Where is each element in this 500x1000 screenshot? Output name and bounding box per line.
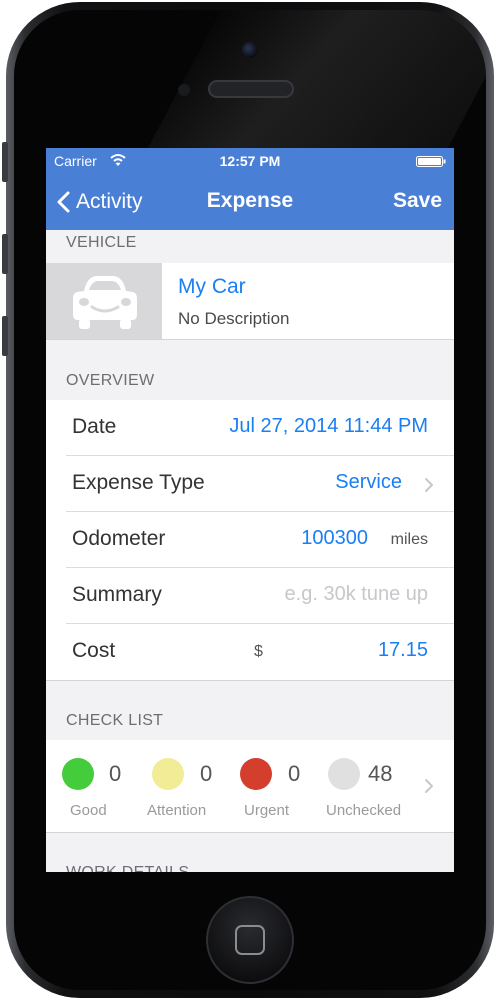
save-button[interactable]: Save xyxy=(393,189,442,213)
unchecked-label: Unchecked xyxy=(326,802,402,819)
car-icon xyxy=(73,276,137,329)
cost-row[interactable]: Cost $ 17.15 xyxy=(46,624,454,680)
work-details-section-header: WORK DETAILS xyxy=(66,864,189,872)
summary-row[interactable]: Summary e.g. 30k tune up xyxy=(46,568,454,624)
expense-type-row[interactable]: Expense Type Service xyxy=(46,456,454,512)
odometer-label: Odometer xyxy=(72,527,166,550)
battery-icon xyxy=(416,156,446,167)
mute-switch xyxy=(2,142,8,182)
overview-section-header: OVERVIEW xyxy=(66,372,155,389)
checklist-summary[interactable]: 0 Good 0 Attention 0 Urgent 48 Unchecked xyxy=(46,740,454,832)
attention-count: 0 xyxy=(200,761,213,786)
app-screen: Carrier 12:57 PM Activity Expense Save V… xyxy=(46,148,454,872)
urgent-label: Urgent xyxy=(244,802,290,819)
summary-label: Summary xyxy=(72,583,162,606)
urgent-status-dot xyxy=(240,758,272,790)
vehicle-thumbnail xyxy=(46,263,162,339)
proximity-sensor xyxy=(178,84,190,96)
chevron-right-icon xyxy=(425,779,433,793)
odometer-unit: miles xyxy=(390,531,428,548)
front-camera xyxy=(242,42,258,58)
expense-type-value: Service xyxy=(335,471,402,493)
vehicle-section-header: VEHICLE xyxy=(66,234,137,251)
chevron-right-icon xyxy=(425,478,433,492)
attention-status-dot xyxy=(152,758,184,790)
date-label: Date xyxy=(72,415,117,438)
cost-label: Cost xyxy=(72,639,116,662)
status-time: 12:57 PM xyxy=(219,153,281,169)
divider xyxy=(46,832,454,833)
cost-input[interactable]: 17.15 xyxy=(378,639,428,662)
summary-input[interactable]: e.g. 30k tune up xyxy=(285,583,428,606)
date-row[interactable]: Date Jul 27, 2014 11:44 PM xyxy=(46,400,454,456)
volume-up-button xyxy=(2,234,8,274)
volume-down-button xyxy=(2,316,8,356)
date-value[interactable]: Jul 27, 2014 11:44 PM xyxy=(229,415,428,438)
odometer-row[interactable]: Odometer 100300 miles xyxy=(46,512,454,568)
divider xyxy=(46,680,454,681)
divider xyxy=(46,339,454,340)
status-bar: Carrier 12:57 PM xyxy=(46,148,454,174)
urgent-count: 0 xyxy=(288,761,301,786)
attention-label: Attention xyxy=(147,802,207,819)
home-square-icon xyxy=(235,925,265,955)
good-label: Good xyxy=(70,802,107,819)
vehicle-name: My Car xyxy=(178,275,246,298)
good-status-dot xyxy=(62,758,94,790)
vehicle-cell[interactable]: My Car No Description xyxy=(46,263,454,339)
vehicle-description: No Description xyxy=(178,309,290,328)
unchecked-count: 48 xyxy=(368,761,393,786)
navigation-bar: Activity Expense Save xyxy=(46,174,454,230)
unchecked-status-dot xyxy=(328,758,360,790)
home-button[interactable] xyxy=(206,896,294,984)
earpiece-speaker xyxy=(208,80,294,98)
expense-type-label: Expense Type xyxy=(72,471,205,494)
odometer-input[interactable]: 100300 xyxy=(301,527,368,550)
overview-group: Date Jul 27, 2014 11:44 PM Expense Type … xyxy=(46,400,454,680)
checklist-section-header: CHECK LIST xyxy=(66,712,164,729)
good-count: 0 xyxy=(109,761,122,786)
currency-symbol: $ xyxy=(254,643,263,660)
